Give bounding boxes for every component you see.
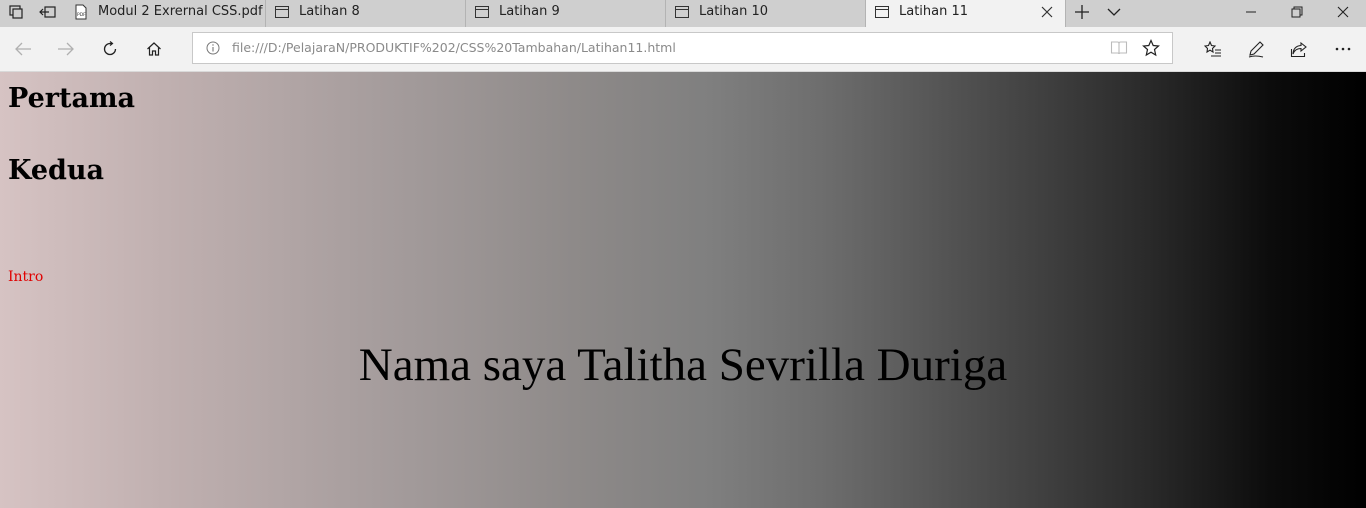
forward-arrow-icon bbox=[58, 42, 74, 56]
minimize-icon bbox=[1246, 11, 1256, 13]
forward-button[interactable] bbox=[46, 27, 86, 71]
info-icon[interactable] bbox=[206, 41, 220, 55]
set-aside-icon bbox=[39, 6, 56, 18]
address-bar[interactable]: file:///D:/PelajaraN/PRODUKTIF%202/CSS%2… bbox=[192, 32, 1173, 64]
favorites-list-icon bbox=[1204, 41, 1221, 57]
page-icon bbox=[475, 6, 489, 18]
restore-tabs-button[interactable] bbox=[35, 0, 61, 24]
close-tab-icon[interactable] bbox=[1039, 4, 1055, 20]
tab-label: Latihan 11 bbox=[899, 4, 969, 19]
tab-latihan-11[interactable]: Latihan 11 bbox=[866, 0, 1066, 27]
intro-text: Intro bbox=[8, 269, 44, 285]
tab-label: Latihan 9 bbox=[499, 4, 560, 19]
heading-kedua: Kedua bbox=[8, 155, 105, 186]
restore-icon bbox=[1291, 6, 1303, 18]
pen-icon bbox=[1248, 41, 1264, 58]
page-icon bbox=[275, 6, 289, 18]
tab-label: Latihan 8 bbox=[299, 4, 360, 19]
tab-latihan-10[interactable]: Latihan 10 bbox=[666, 0, 866, 27]
tab-label: Latihan 10 bbox=[699, 4, 769, 19]
heading-pertama: Pertama bbox=[8, 83, 136, 114]
page-icon bbox=[675, 6, 689, 18]
close-window-button[interactable] bbox=[1320, 0, 1366, 24]
pdf-icon: PDF bbox=[75, 4, 87, 20]
page-content: Pertama Kedua Intro Nama saya Talitha Se… bbox=[0, 72, 1366, 508]
star-favorite-icon[interactable] bbox=[1142, 39, 1160, 57]
tab-preview-button[interactable] bbox=[3, 0, 29, 24]
home-button[interactable] bbox=[134, 27, 174, 71]
favorites-hub-button[interactable] bbox=[1193, 27, 1233, 71]
refresh-icon bbox=[103, 41, 117, 56]
tab-latihan-8[interactable]: Latihan 8 bbox=[266, 0, 466, 27]
restore-button[interactable] bbox=[1274, 0, 1320, 24]
home-icon bbox=[147, 42, 161, 56]
tab-latihan-9[interactable]: Latihan 9 bbox=[466, 0, 666, 27]
minimize-button[interactable] bbox=[1228, 0, 1274, 24]
chevron-down-icon bbox=[1107, 8, 1121, 16]
tabs-aside-icon bbox=[9, 5, 23, 19]
share-button[interactable] bbox=[1279, 27, 1319, 71]
show-tab-previews-button[interactable] bbox=[1099, 0, 1129, 24]
url-text[interactable]: file:///D:/PelajaraN/PRODUKTIF%202/CSS%2… bbox=[232, 40, 676, 56]
tab-strip: PDF Modul 2 Exrernal CSS.pdf Latihan 8 L… bbox=[0, 0, 1366, 27]
new-tab-button[interactable] bbox=[1067, 0, 1097, 24]
svg-text:PDF: PDF bbox=[77, 12, 86, 18]
tab-modul-pdf[interactable]: PDF Modul 2 Exrernal CSS.pdf bbox=[65, 0, 266, 27]
close-icon bbox=[1337, 6, 1349, 18]
back-button[interactable] bbox=[3, 27, 43, 71]
refresh-button[interactable] bbox=[90, 27, 130, 71]
reading-view-icon[interactable] bbox=[1110, 40, 1128, 56]
page-icon bbox=[875, 6, 889, 18]
name-line: Nama saya Talitha Sevrilla Duriga bbox=[358, 339, 1008, 391]
more-dots-icon bbox=[1335, 47, 1351, 51]
navigation-bar: file:///D:/PelajaraN/PRODUKTIF%202/CSS%2… bbox=[0, 27, 1366, 72]
tab-label: Modul 2 Exrernal CSS.pdf bbox=[98, 4, 263, 19]
web-note-button[interactable] bbox=[1236, 27, 1276, 71]
plus-icon bbox=[1075, 5, 1089, 19]
share-icon bbox=[1290, 41, 1307, 58]
back-arrow-icon bbox=[15, 42, 31, 56]
more-button[interactable] bbox=[1323, 27, 1363, 71]
